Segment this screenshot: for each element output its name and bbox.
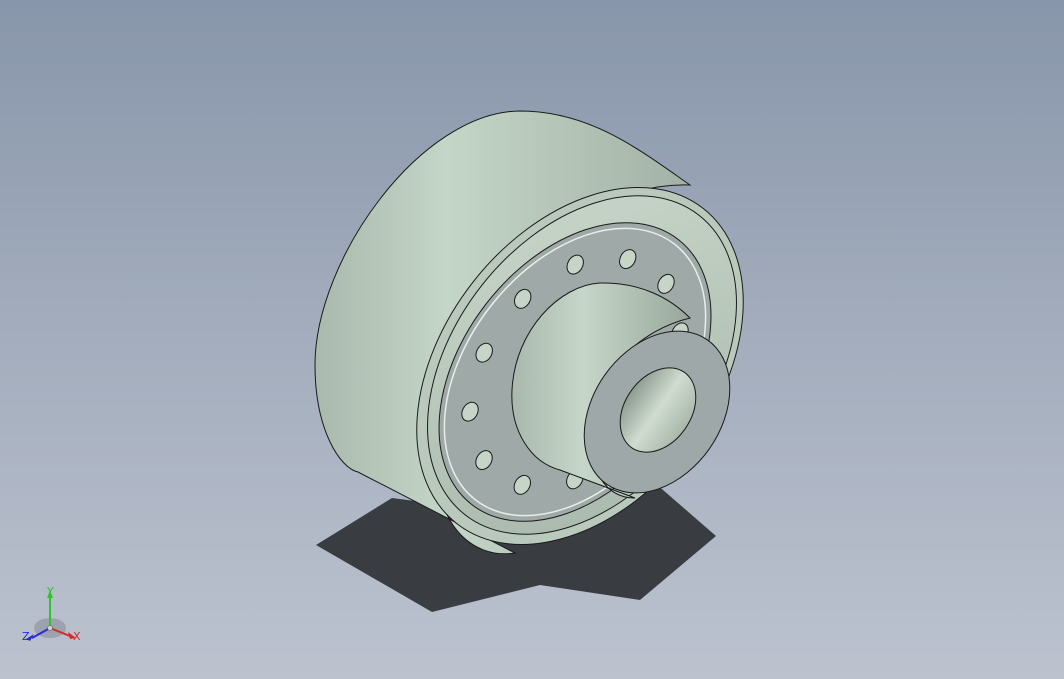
z-axis-label: Z	[22, 630, 30, 643]
x-axis-label: X	[73, 630, 81, 643]
coordinate-triad: Y X Z	[22, 585, 81, 643]
y-axis-label: Y	[46, 585, 54, 598]
model-view[interactable]	[0, 0, 1064, 679]
graphics-viewport[interactable]: Y X Z	[0, 0, 1064, 679]
